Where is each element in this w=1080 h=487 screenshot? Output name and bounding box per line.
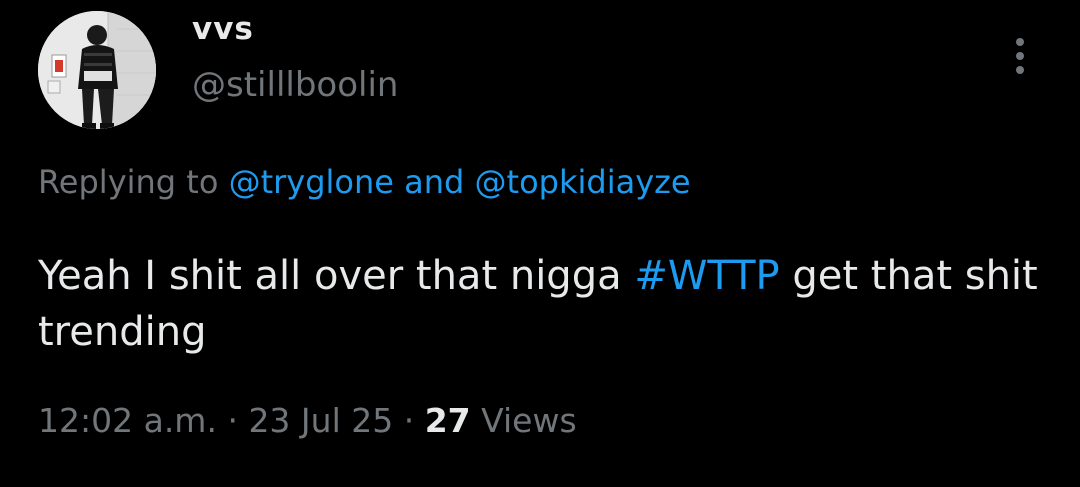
- tweet-text-part-1: Yeah I shit all over that nigga: [38, 253, 635, 299]
- profile-photo-icon: [38, 11, 156, 129]
- avatar[interactable]: [38, 11, 156, 129]
- more-dot: [1016, 66, 1024, 74]
- views-count: 27: [424, 401, 471, 440]
- replying-to-line: Replying to @tryglone and @topkidiayze: [38, 166, 691, 198]
- replying-to-label: Replying to: [38, 163, 229, 201]
- tweet-meta: 12:02 a.m. · 23 Jul 25 · 27 Views: [38, 404, 577, 437]
- meta-separator: ·: [216, 401, 249, 440]
- more-vertical-icon[interactable]: [1008, 36, 1032, 76]
- more-dot: [1016, 38, 1024, 46]
- tweet-date[interactable]: 23 Jul 25: [248, 401, 393, 440]
- more-dot: [1016, 52, 1024, 60]
- meta-separator: ·: [393, 401, 425, 440]
- mention-link-2[interactable]: @topkidiayze: [475, 163, 691, 201]
- views-label: Views: [470, 401, 577, 440]
- tweet-text: Yeah I shit all over that nigga #WTTP ge…: [38, 248, 1048, 360]
- display-name[interactable]: vvs: [192, 14, 254, 45]
- hashtag-link[interactable]: #WTTP: [634, 253, 779, 299]
- user-handle[interactable]: @stilllboolin: [192, 68, 398, 102]
- mention-link-1[interactable]: @tryglone: [229, 163, 394, 201]
- reply-conjunction[interactable]: and: [394, 163, 475, 201]
- tweet-card: vvs @stilllboolin Replying to @tryglone …: [0, 0, 1080, 487]
- tweet-time[interactable]: 12:02 a.m.: [38, 401, 217, 440]
